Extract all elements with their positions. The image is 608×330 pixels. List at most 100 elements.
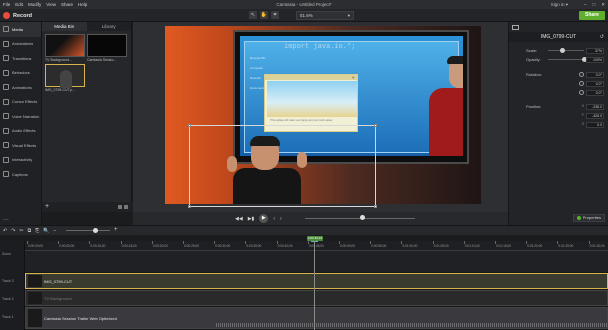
resize-handle[interactable]: [374, 124, 377, 127]
next-marker-icon[interactable]: ›: [280, 216, 282, 222]
visual-effects-icon: [3, 142, 9, 149]
more-tools-button[interactable]: …: [3, 216, 9, 222]
chevron-down-icon: ▾: [347, 13, 350, 18]
rotation-y-value[interactable]: 0.0°: [586, 81, 604, 87]
reset-icon[interactable]: ↺: [600, 34, 604, 40]
track-1-label[interactable]: Track 1: [2, 315, 14, 319]
rotation-x-value[interactable]: 0.0°: [586, 90, 604, 96]
position-z-value[interactable]: 0.0: [586, 122, 604, 128]
timeline-clip-tv-background[interactable]: TV Background: [25, 290, 608, 306]
sidebar-item-annotations[interactable]: Annotations: [0, 37, 41, 52]
cursor-effects-icon: [3, 98, 9, 105]
canvas-zoom-dropdown[interactable]: 51.6% ▾: [296, 11, 354, 20]
add-media-icon[interactable]: +: [45, 203, 49, 210]
close-icon: ✕: [351, 75, 355, 80]
redo-icon[interactable]: ↷: [11, 228, 15, 234]
tab-media-bin[interactable]: Media Bin: [42, 22, 87, 31]
clip-label: Camtasia Session Trailer Web Optimized: [44, 315, 117, 321]
media-item[interactable]: Camtasia Sessio...: [87, 34, 127, 62]
position-y-value[interactable]: -426.0: [586, 113, 604, 119]
scale-value[interactable]: 37%: [586, 48, 604, 54]
sidebar-item-visual-effects[interactable]: Visual Effects: [0, 138, 41, 153]
track-2-label[interactable]: Track 2: [2, 297, 14, 301]
media-item[interactable]: TV Background...: [45, 34, 85, 62]
tools-sidebar: Media Annotations Transitions Behaviors …: [0, 22, 42, 225]
sidebar-item-label: Cursor Effects: [12, 99, 38, 105]
tab-library[interactable]: Library: [86, 22, 131, 31]
crop-icon[interactable]: ⌗: [271, 11, 279, 19]
resize-handle[interactable]: [374, 205, 377, 208]
paste-icon[interactable]: ⎘: [35, 228, 39, 234]
close-icon[interactable]: ✕: [601, 0, 605, 9]
playback-scrubber-knob[interactable]: [360, 215, 365, 220]
opacity-row: Opacity: 100%: [526, 57, 606, 63]
behaviors-icon: [3, 69, 9, 76]
track-labels: Zoom Track 3 Track 2 Track 1: [0, 241, 25, 330]
sidebar-item-cursor-effects[interactable]: Cursor Effects: [0, 95, 41, 110]
voice-narration-icon: [3, 113, 9, 120]
position-x-axis: X: [581, 104, 584, 108]
media-bin-panel: Media Bin Library TV Background... Camta…: [42, 22, 132, 212]
sidebar-item-label: Visual Effects: [12, 142, 37, 148]
grid-view-icon[interactable]: [118, 205, 122, 209]
resize-handle[interactable]: [188, 124, 191, 127]
timeline-clip-camtasia-trailer[interactable]: Camtasia Session Trailer Web Optimized: [25, 307, 608, 329]
opacity-slider[interactable]: [548, 59, 584, 60]
ruler-label: 0:00:20;00: [152, 244, 168, 248]
zoom-in-icon[interactable]: +: [114, 227, 118, 233]
zoom-search-icon[interactable]: 🔍: [43, 228, 49, 234]
sidebar-item-voice-narration[interactable]: Voice Narration: [0, 109, 41, 124]
undo-icon[interactable]: ↶: [3, 228, 7, 234]
previous-marker-icon[interactable]: ‹: [273, 216, 275, 222]
position-x-row: Position: X -236.0: [526, 104, 606, 110]
sidebar-item-captions[interactable]: Captions: [0, 167, 41, 182]
record-label: Record: [13, 12, 32, 19]
timeline-clip-img-0799[interactable]: IMG_0799-CUT: [25, 273, 608, 289]
properties-toggle-button[interactable]: Properties: [572, 214, 605, 222]
rotation-z-value[interactable]: 0.0°: [586, 72, 604, 78]
sidebar-item-transitions[interactable]: Transitions: [0, 51, 41, 66]
track-3-label[interactable]: Track 3: [2, 279, 14, 283]
resize-handle[interactable]: [188, 205, 191, 208]
cut-icon[interactable]: ✂: [19, 228, 23, 234]
captions-icon: [3, 171, 9, 178]
track-2-lane: TV Background: [25, 290, 608, 307]
copy-icon[interactable]: ⧉: [28, 228, 32, 234]
step-back-icon[interactable]: ◀◀: [235, 216, 243, 222]
arrow-icon[interactable]: ↖: [249, 11, 257, 19]
play-icon[interactable]: ▶: [259, 214, 269, 223]
selection-box[interactable]: [188, 124, 377, 208]
hand-icon[interactable]: ✋: [260, 11, 268, 19]
preview-canvas[interactable]: import java.io.*; Recycle Bin Computer N…: [165, 26, 481, 208]
rotation-dial-icon[interactable]: [579, 81, 584, 86]
sidebar-item-media[interactable]: Media: [0, 22, 41, 37]
clip-thumbnail: [28, 275, 42, 287]
minimize-icon[interactable]: –: [584, 0, 587, 9]
position-x-value[interactable]: -236.0: [586, 104, 604, 110]
scale-slider-knob[interactable]: [560, 48, 565, 53]
timeline-zoom-slider[interactable]: [66, 230, 110, 231]
sidebar-item-animations[interactable]: Animations: [0, 80, 41, 95]
rotation-dial-icon[interactable]: [579, 90, 584, 95]
timeline-zoom-knob[interactable]: [93, 228, 98, 233]
sidebar-item-audio-effects[interactable]: Audio Effects: [0, 124, 41, 139]
position-y-row: Y -426.0: [526, 113, 606, 119]
timeline-empty-lane: [25, 251, 608, 273]
opacity-value[interactable]: 100%: [586, 57, 604, 63]
step-forward-icon[interactable]: ▶▮: [248, 216, 255, 222]
sign-in-link[interactable]: Sign in ▾: [551, 0, 568, 9]
maximize-icon[interactable]: □: [593, 0, 596, 9]
list-view-icon[interactable]: [124, 205, 128, 209]
scale-slider[interactable]: [548, 50, 584, 51]
zoom-out-icon[interactable]: −: [53, 228, 56, 234]
track-1-lane: Camtasia Session Trailer Web Optimized: [25, 307, 608, 330]
sidebar-item-interactivity[interactable]: Interactivity: [0, 153, 41, 168]
share-button[interactable]: Share: [579, 11, 605, 20]
video-properties-icon[interactable]: [512, 24, 519, 30]
record-button[interactable]: Record: [3, 11, 32, 20]
timeline-ruler[interactable]: 0:00:00;00 0:00:05;00 0:00:10;00 0:00:15;00…: [25, 241, 608, 251]
timeline-toolbar: ↶ ↷ ✂ ⧉ ⎘ 🔍 − +: [0, 225, 608, 235]
rotation-dial-icon[interactable]: [579, 72, 584, 77]
sidebar-item-behaviors[interactable]: Behaviors: [0, 66, 41, 81]
media-item-selected[interactable]: IMG_0799-CUT.p...: [45, 64, 85, 92]
